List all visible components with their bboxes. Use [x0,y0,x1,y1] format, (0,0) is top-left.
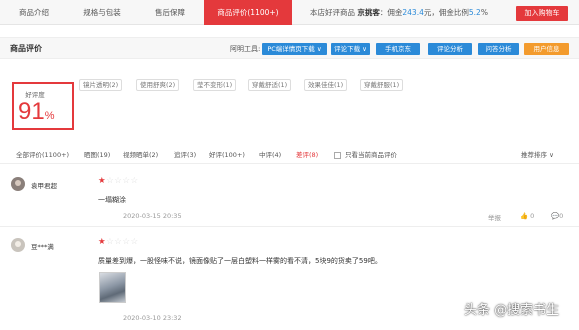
tools-label: 阿明工具: [230,45,261,53]
star-filled-icon: ★ [98,237,107,247]
avatar-face [15,241,21,247]
filter-positive[interactable]: 好评(100+) [209,146,245,164]
promo-commission-label: ：佣金 [379,8,403,17]
thumbs-up-icon: 👍 [520,212,529,220]
tab-after-sales[interactable]: 售后保障 [136,0,204,25]
filter-with-photos[interactable]: 晒图(19) [84,146,110,164]
tab-product-intro[interactable]: 商品介绍 [0,0,68,25]
review-date: 2020-03-15 20:35 [123,212,182,220]
rating-unit: % [44,110,55,122]
filter-all[interactable]: 全部评价(1100+) [16,146,69,164]
review-filter-bar: 全部评价(1100+) 晒图(19) 视频晒单(2) 追评(3) 好评(100+… [0,146,579,164]
positive-rating-box: 好评度 91% [12,82,74,130]
promo-commission-value: 243.4 [402,8,424,17]
add-to-cart-button[interactable]: 加入购物车 [516,6,568,21]
comment-button[interactable]: 💬0 [551,212,563,220]
promo-unit: 元， [423,8,439,17]
review-tag[interactable]: 镜片透明(2) [79,79,123,91]
review-date: 2020-03-10 23:32 [123,314,182,322]
like-button[interactable]: 👍 0 [520,212,534,220]
filter-video[interactable]: 视频晒单(2) [123,146,158,164]
comment-count: 0 [559,212,564,220]
only-current-checkbox[interactable] [334,152,341,159]
reviewer-name: 豆***满 [31,243,54,251]
promo-rate-label: 佣金比例 [438,8,469,17]
avatar [11,238,25,252]
review-tag[interactable]: 穿戴舒服(1) [360,79,404,91]
comment-icon: 💬 [551,212,560,220]
promo-prefix: 本店好评商品 [310,8,355,17]
sort-dropdown[interactable]: 推荐排序 ∨ [521,146,554,164]
reviewer-name: 袁甲君超 [31,182,57,190]
report-link[interactable]: 举报 [488,212,501,222]
review-content: 一塌糊涂 [98,196,126,204]
review-content: 质量差到爆，一股怪味不说，镜面像贴了一层白塑料一样雾的看不清，5块9的货卖了59… [98,257,382,265]
filter-follow-up[interactable]: 追评(3) [174,146,196,164]
watermark: 头条 @搜索书生 [464,303,560,318]
review-tag[interactable]: 穿戴舒适(1) [248,79,292,91]
review-photo-thumbnail[interactable] [99,272,126,303]
pc-detail-download-button[interactable]: PC端详情页下载 ∨ [262,43,327,55]
user-info-button[interactable]: 用户信息 [524,43,569,55]
filter-negative[interactable]: 差评(8) [296,146,318,164]
tab-reviews[interactable]: 商品评价(1100+) [204,0,292,25]
section-title: 商品评价 [10,44,42,53]
review-divider [0,226,579,227]
star-rating: ★☆☆☆☆ [98,237,139,247]
review-section-header: 商品评价 阿明工具: PC端详情页下载 ∨ 评论下载 ∨ 手机京东 评论分析 问… [0,37,579,59]
tab-spec-packaging[interactable]: 规格与包装 [68,0,136,25]
promo-rate-value: 5.2 [468,8,481,17]
like-count: 0 [530,212,535,220]
mobile-jd-button[interactable]: 手机京东 [376,43,420,55]
avatar-face [15,180,21,186]
commission-promo: 本店好评商品 京挑客：佣金243.4元，佣金比例5.2% [310,0,488,25]
rating-value: 91% [18,98,54,130]
avatar [11,177,25,191]
review-tag[interactable]: 使用舒爽(2) [136,79,180,91]
promo-brand: 京挑客 [357,8,380,17]
qa-analysis-button[interactable]: 问答分析 [478,43,519,55]
filter-neutral[interactable]: 中评(4) [259,146,281,164]
review-tag[interactable]: 莹不变形(1) [193,79,237,91]
review-analysis-button[interactable]: 评论分析 [428,43,472,55]
review-download-button[interactable]: 评论下载 ∨ [331,43,370,55]
product-tabs: 商品介绍 规格与包装 售后保障 商品评价(1100+) 本店好评商品 京挑客：佣… [0,0,579,25]
rating-number: 91 [18,98,45,125]
promo-percent: % [480,8,488,17]
only-current-label[interactable]: 只看当前商品评价 [345,146,397,164]
star-filled-icon: ★ [98,176,107,186]
review-tag[interactable]: 效果佳佳(1) [304,79,348,91]
star-rating: ★☆☆☆☆ [98,176,139,186]
